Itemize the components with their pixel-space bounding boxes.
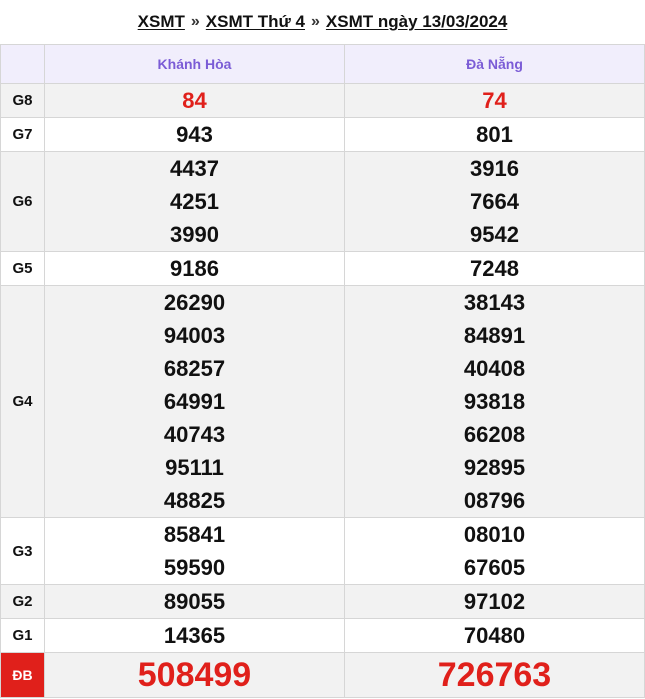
result-number: 64991 xyxy=(163,389,226,414)
result-number: 3990 xyxy=(170,222,219,247)
result-number: 89055 xyxy=(163,589,226,614)
result-number: 801 xyxy=(476,122,513,147)
result-cell-da-nang-g1: 70480 xyxy=(344,618,645,653)
result-number: 26290 xyxy=(163,290,226,315)
result-number: 40743 xyxy=(163,422,226,447)
breadcrumb: XSMT » XSMT Thứ 4 » XSMT ngày 13/03/2024 xyxy=(0,0,645,44)
result-number: 40408 xyxy=(463,356,526,381)
prize-label-g5: G5 xyxy=(0,251,45,286)
result-number: 4251 xyxy=(170,189,219,214)
result-cell-khanh-hoa-special: 508499 xyxy=(44,652,345,698)
prize-label-special: ĐB xyxy=(0,652,45,698)
result-cell-khanh-hoa-g3: 85841 59590 xyxy=(44,517,345,585)
result-cell-da-nang-g8: 74 xyxy=(344,83,645,118)
result-cell-khanh-hoa-g6: 4437 4251 3990 xyxy=(44,151,345,252)
table-row-g5: G5 9186 7248 xyxy=(0,251,645,286)
result-cell-khanh-hoa-g8: 84 xyxy=(44,83,345,118)
result-cell-da-nang-special: 726763 xyxy=(344,652,645,698)
result-cell-khanh-hoa-g7: 943 xyxy=(44,117,345,152)
breadcrumb-separator: » xyxy=(190,13,200,30)
result-number: 67605 xyxy=(463,555,526,580)
result-number: 3916 xyxy=(470,156,519,181)
result-number: 7248 xyxy=(470,256,519,281)
table-row-g1: G1 14365 70480 xyxy=(0,618,645,653)
special-prize-number: 508499 xyxy=(137,656,252,694)
table-row-g2: G2 89055 97102 xyxy=(0,584,645,619)
prize-label-g3: G3 xyxy=(0,517,45,585)
table-row-g8: G8 84 74 xyxy=(0,83,645,118)
breadcrumb-link-xsmt[interactable]: XSMT xyxy=(138,12,185,32)
table-header-row: Khánh Hòa Đà Nẵng xyxy=(0,44,645,84)
table-row-g4: G4 26290 94003 68257 64991 40743 95111 4… xyxy=(0,285,645,518)
result-number: 943 xyxy=(176,122,213,147)
result-number: 7664 xyxy=(470,189,519,214)
result-cell-khanh-hoa-g2: 89055 xyxy=(44,584,345,619)
result-number: 84 xyxy=(182,88,207,113)
table-row-g7: G7 943 801 xyxy=(0,117,645,152)
result-cell-da-nang-g5: 7248 xyxy=(344,251,645,286)
table-row-g6: G6 4437 4251 3990 3916 7664 9542 xyxy=(0,151,645,252)
prize-label-g7: G7 xyxy=(0,117,45,152)
result-cell-khanh-hoa-g1: 14365 xyxy=(44,618,345,653)
prize-label-g2: G2 xyxy=(0,584,45,619)
breadcrumb-link-xsmt-thu-4[interactable]: XSMT Thứ 4 xyxy=(206,12,305,32)
breadcrumb-link-xsmt-date[interactable]: XSMT ngày 13/03/2024 xyxy=(326,12,507,32)
breadcrumb-separator: » xyxy=(311,13,320,30)
result-cell-da-nang-g4: 38143 84891 40408 93818 66208 92895 0879… xyxy=(344,285,645,518)
prize-label-g4: G4 xyxy=(0,285,45,518)
result-number: 70480 xyxy=(463,623,526,648)
result-number: 84891 xyxy=(463,323,526,348)
result-cell-da-nang-g7: 801 xyxy=(344,117,645,152)
prize-label-g6: G6 xyxy=(0,151,45,252)
header-corner-cell xyxy=(0,44,45,84)
result-number: 38143 xyxy=(463,290,526,315)
result-number: 08010 xyxy=(463,522,526,547)
result-cell-khanh-hoa-g4: 26290 94003 68257 64991 40743 95111 4882… xyxy=(44,285,345,518)
result-number: 85841 xyxy=(163,522,226,547)
prize-label-g8: G8 xyxy=(0,83,45,118)
result-number: 97102 xyxy=(463,589,526,614)
results-table: Khánh Hòa Đà Nẵng G8 84 74 G7 943 801 G6… xyxy=(0,44,645,698)
result-number: 08796 xyxy=(463,488,526,513)
result-cell-khanh-hoa-g5: 9186 xyxy=(44,251,345,286)
table-row-g3: G3 85841 59590 08010 67605 xyxy=(0,517,645,585)
prize-label-g1: G1 xyxy=(0,618,45,653)
result-number: 95111 xyxy=(165,455,224,480)
result-number: 9542 xyxy=(470,222,519,247)
result-number: 94003 xyxy=(163,323,226,348)
result-cell-da-nang-g3: 08010 67605 xyxy=(344,517,645,585)
result-number: 9186 xyxy=(170,256,219,281)
result-number: 92895 xyxy=(463,455,526,480)
result-number: 14365 xyxy=(163,623,226,648)
table-row-special: ĐB 508499 726763 xyxy=(0,652,645,698)
result-number: 66208 xyxy=(463,422,526,447)
result-number: 93818 xyxy=(463,389,526,414)
result-cell-da-nang-g2: 97102 xyxy=(344,584,645,619)
result-number: 4437 xyxy=(170,156,219,181)
result-number: 74 xyxy=(482,88,507,113)
result-cell-da-nang-g6: 3916 7664 9542 xyxy=(344,151,645,252)
result-number: 48825 xyxy=(163,488,226,513)
special-prize-number: 726763 xyxy=(437,656,552,694)
province-header-khanh-hoa[interactable]: Khánh Hòa xyxy=(44,44,345,84)
result-number: 68257 xyxy=(163,356,226,381)
result-number: 59590 xyxy=(163,555,226,580)
province-header-da-nang[interactable]: Đà Nẵng xyxy=(344,44,645,84)
